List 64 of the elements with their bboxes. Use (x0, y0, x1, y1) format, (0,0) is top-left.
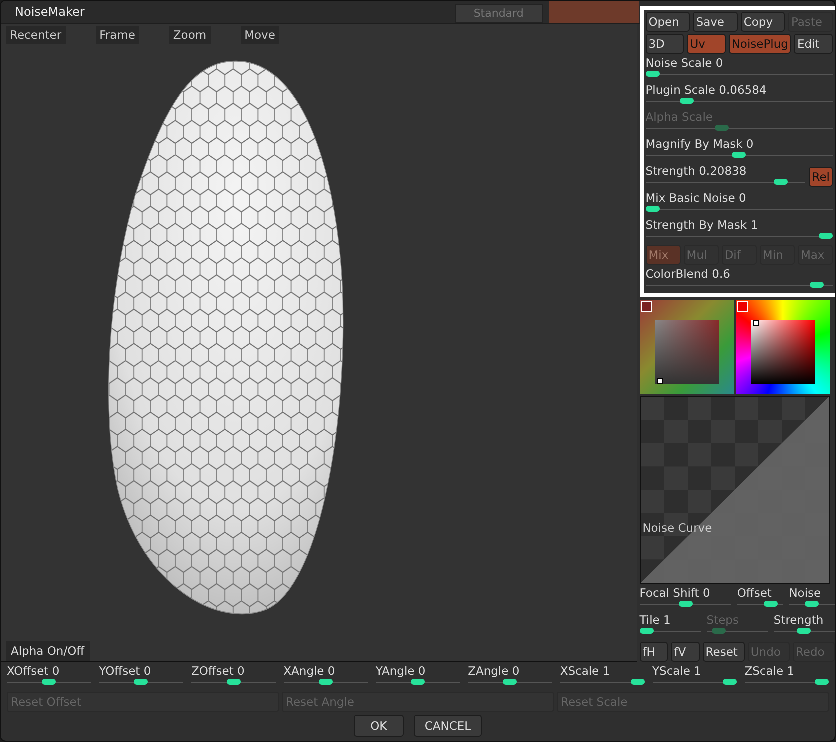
slider-handle[interactable] (134, 679, 148, 685)
file-button[interactable]: Save (693, 12, 738, 32)
slider-handle[interactable] (630, 679, 645, 685)
slider-label: Offset (737, 586, 772, 600)
slider-handle[interactable] (819, 233, 833, 239)
curve-button[interactable]: fH (640, 642, 668, 662)
mode-button[interactable]: Edit (794, 34, 834, 54)
slider-handle[interactable] (814, 679, 829, 685)
toolbar-button[interactable]: Zoom (169, 26, 211, 44)
slider-label: Strength (774, 613, 824, 627)
slider-label: YOffset 0 (99, 664, 152, 678)
slider-label: Noise (789, 586, 822, 600)
slider-label: Strength By Mask 1 (646, 218, 758, 232)
slider-label: Magnify By Mask 0 (646, 137, 754, 151)
slider-handle[interactable] (646, 206, 660, 212)
toolbar-button[interactable]: Recenter (6, 26, 66, 44)
window-title: NoiseMaker (15, 5, 85, 19)
slider-label: Focal Shift 0 (640, 586, 710, 600)
file-button[interactable]: Copy (740, 12, 786, 32)
color-picker[interactable] (640, 300, 734, 394)
slider-handle[interactable] (678, 601, 693, 607)
slider-label: Tile 1 (640, 613, 671, 627)
slider-handle[interactable] (410, 679, 425, 685)
color-picker[interactable] (736, 300, 830, 394)
slider-handle[interactable] (797, 628, 812, 634)
curve-label: Noise Curve (642, 521, 712, 535)
slider-label: Mix Basic Noise 0 (646, 191, 746, 205)
slider-handle[interactable] (680, 98, 694, 104)
slider-handle[interactable] (805, 601, 820, 607)
color-swatch-icon (736, 301, 748, 312)
slider-handle[interactable] (722, 679, 737, 685)
slider-handle[interactable] (646, 71, 660, 77)
slider-label: Plugin Scale 0.06584 (646, 83, 767, 97)
slider-label: ColorBlend 0.6 (646, 267, 730, 281)
slider-handle[interactable] (503, 679, 518, 685)
slider-label: ZScale 1 (744, 664, 795, 678)
curve-button[interactable]: fV (671, 642, 700, 662)
toolbar-button[interactable]: Move (240, 26, 280, 44)
slider-label: YScale 1 (652, 664, 702, 678)
color-swatch-icon (640, 301, 652, 312)
alpha-toggle-button[interactable]: Alpha On/Off (6, 641, 90, 661)
slider-handle[interactable] (226, 679, 241, 685)
mode-button[interactable]: 3D (646, 34, 684, 54)
slider-handle[interactable] (764, 601, 778, 607)
slider-label: XAngle 0 (284, 664, 336, 678)
slider-label: Strength 0.20838 (646, 164, 747, 178)
dialog-button[interactable]: OK (354, 715, 404, 737)
slider-handle[interactable] (640, 628, 654, 634)
slider-label: ZAngle 0 (468, 664, 520, 678)
slider-label: XScale 1 (560, 664, 610, 678)
dialog-button[interactable]: CANCEL (414, 715, 482, 737)
curve-button[interactable]: Reset (702, 642, 745, 662)
slider-handle[interactable] (810, 282, 824, 288)
slider-handle[interactable] (774, 179, 788, 185)
shade-square[interactable] (750, 320, 815, 384)
slider-handle[interactable] (732, 152, 746, 158)
file-button[interactable]: Open (646, 12, 690, 32)
slider-label: Noise Scale 0 (646, 56, 724, 70)
toolbar-button[interactable]: Frame (96, 26, 140, 44)
slider-handle[interactable] (318, 679, 333, 685)
slider-handle[interactable] (42, 679, 56, 685)
slider-label: XOffset 0 (7, 664, 60, 678)
slider-label: ZOffset 0 (191, 664, 245, 678)
slider-label: YAngle 0 (376, 664, 426, 678)
